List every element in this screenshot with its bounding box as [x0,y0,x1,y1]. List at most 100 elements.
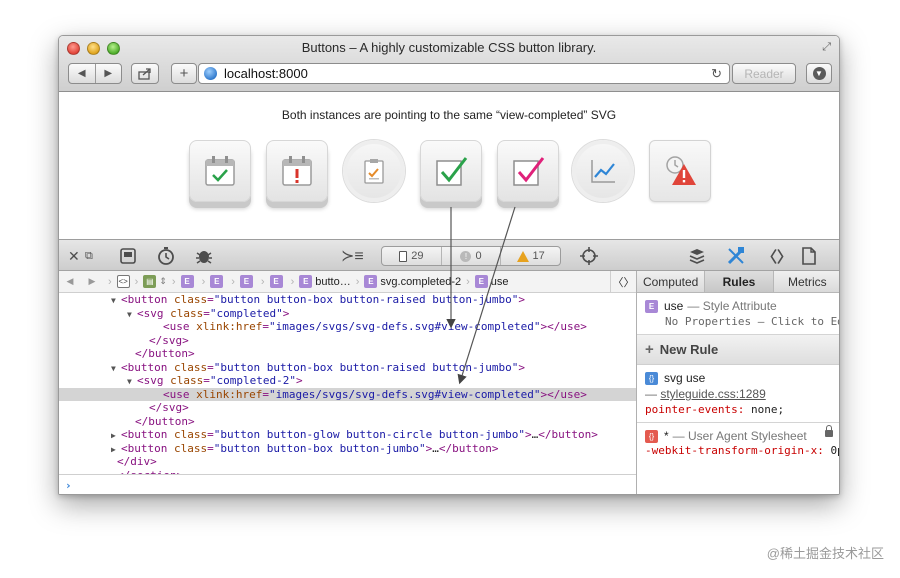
crumb-use[interactable]: use [491,276,509,288]
element-node-icon[interactable]: E [239,275,253,288]
code-brackets-icon[interactable]: 〈〉 [762,247,792,266]
dom-node-line[interactable]: </button> [59,347,636,361]
dom-token: "button button-box button-raised button-… [213,293,519,306]
stepper-icon[interactable]: ⇕ [159,276,167,287]
disclosure-triangle-icon[interactable]: ▼ [111,362,121,376]
dom-token: <use [163,320,197,333]
dom-token: = [207,360,214,374]
disclosure-triangle-icon[interactable]: ▼ [111,294,121,308]
dom-node-line[interactable]: ▼ <svg class="completed"> [59,307,636,321]
dom-token: </svg> [149,333,189,347]
trend-chart-icon [591,160,615,183]
address-bar[interactable]: localhost:8000 ↻ [198,63,730,84]
disclosure-triangle-icon[interactable]: ▼ [127,308,137,322]
disclosure-triangle-icon[interactable]: ▶ [111,443,121,457]
element-node-icon: E [474,275,488,288]
dom-token: </button> [135,414,195,428]
dom-node-line[interactable]: </svg> [59,334,636,348]
console-input[interactable]: › [59,474,636,494]
element-node-icon[interactable]: E [269,275,283,288]
activity-counters[interactable]: 29 ! 0 17 [381,246,561,266]
dom-node-line[interactable]: </button> [59,415,636,429]
element-node-icon[interactable]: E [210,275,224,288]
calendar-check-icon [205,156,235,186]
dom-node-line[interactable]: ▼ <button class="button button-box button… [59,293,636,307]
element-node-icon: E [299,275,313,288]
user-agent-rule[interactable]: {} * — User Agent Stylesheet -webkit-tra… [637,423,839,463]
new-rule-button[interactable]: + New Rule [637,335,839,365]
reload-icon[interactable]: ↻ [711,66,722,82]
crumb-source-icon[interactable]: 〈〉 [610,271,636,292]
property-value[interactable]: none; [751,403,784,416]
tab-rules[interactable]: Rules [705,271,774,292]
dom-token: </button> [538,428,598,441]
timeline-icon[interactable] [156,247,176,265]
tab-metrics[interactable]: Metrics [774,271,839,292]
layers-icon[interactable] [688,247,706,265]
page-caption: Both instances are pointing to the same … [281,108,617,122]
element-node-icon[interactable]: E [180,275,194,288]
debugger-icon[interactable] [194,247,214,265]
page-content: Both instances are pointing to the same … [59,93,839,239]
dom-node-line[interactable]: ▶ <button class="button button-glow butto… [59,428,636,442]
dom-node-line[interactable]: ▼ <svg class="completed-2"> [59,374,636,388]
dom-token: "button button-glow button-circle button… [213,428,525,441]
dom-node-line[interactable]: ▶ <button class="button button-box button… [59,442,636,456]
new-tab-button[interactable]: + [171,63,197,84]
calendar-check-button[interactable] [189,140,251,202]
html-node-icon[interactable]: <> [116,275,130,288]
console-lines-icon[interactable]: ≻≡ [341,247,364,265]
crumb-svg[interactable]: svg.completed-2 [380,276,461,288]
clock-warning-icon [666,156,696,185]
crumb-separator: › [466,275,470,288]
disclosure-triangle-icon[interactable]: ▼ [127,375,137,389]
stylesheet-rule[interactable]: {} svg use — styleguide.css:1289 pointer… [637,365,839,423]
dom-token: <svg [137,374,171,387]
reader-button[interactable]: Reader [732,63,796,84]
rule-source-link[interactable]: styleguide.css:1289 [660,387,765,401]
back-icon[interactable]: ◀ [69,68,95,79]
dom-token: </svg> [149,401,189,414]
dom-token: "button button-box button-raised button-… [213,360,519,374]
property-name[interactable]: pointer-events [645,403,738,416]
clipboard-check-button[interactable] [343,140,405,202]
view-completed-button[interactable] [420,140,482,202]
crumb-back-icon[interactable]: ◀ [59,276,81,287]
dom-node-line[interactable]: </div> [59,455,636,469]
dom-token: = [262,387,269,401]
dock-icon[interactable]: ⧉ [85,247,93,265]
tab-computed[interactable]: Computed [637,271,706,292]
dom-node-line[interactable]: <use xlink:href="images/svgs/svg-defs.sv… [59,387,636,401]
forward-icon[interactable]: ▶ [96,68,122,79]
error-icon: ! [460,250,472,262]
browser-toolbar: Buttons – A highly customizable CSS butt… [59,36,839,92]
fullscreen-icon[interactable]: ⤢ [822,41,831,54]
dom-breadcrumb: ◀ ▶ › <> › ▤ ⇕ › E › E › E › E › E butto… [59,271,636,293]
style-attribute-rule[interactable]: E use — Style Attribute No Properties — … [637,293,839,335]
dom-node-line[interactable]: </svg> [59,401,636,415]
disclosure-triangle-icon[interactable]: ▶ [111,429,121,443]
crumb-forward-icon[interactable]: ▶ [81,276,103,287]
dom-tree[interactable]: ▼ <button class="button button-box button… [59,293,636,474]
inspect-crosshair-icon[interactable] [579,247,599,265]
page-icon[interactable] [801,247,817,265]
dom-token: "completed" [209,306,283,320]
resources-icon[interactable] [119,247,137,265]
close-inspector-icon[interactable]: ✕ [68,247,80,265]
share-button[interactable] [131,63,159,84]
dom-node-line[interactable]: <use xlink:href="images/svgs/svg-defs.sv… [59,320,636,334]
dom-token: "completed-2" [209,374,296,387]
crumb-button[interactable]: butto… [315,276,350,288]
view-completed-2-button[interactable] [497,140,559,202]
body-node-icon[interactable]: ▤ [143,275,157,288]
dom-token: </button> [438,441,499,455]
dom-token: = [207,428,214,441]
styles-tool-icon[interactable] [726,247,746,265]
downloads-button[interactable]: ▼ [806,63,832,84]
trend-chart-button[interactable] [572,140,634,202]
rule-property: pointer-events: none; [645,403,785,416]
calendar-alert-button[interactable] [266,140,328,202]
clock-warning-button[interactable] [649,140,711,202]
rule-note[interactable]: No Properties — Click to Edit [665,315,839,328]
dom-node-line[interactable]: ▼ <button class="button button-box button… [59,361,636,375]
